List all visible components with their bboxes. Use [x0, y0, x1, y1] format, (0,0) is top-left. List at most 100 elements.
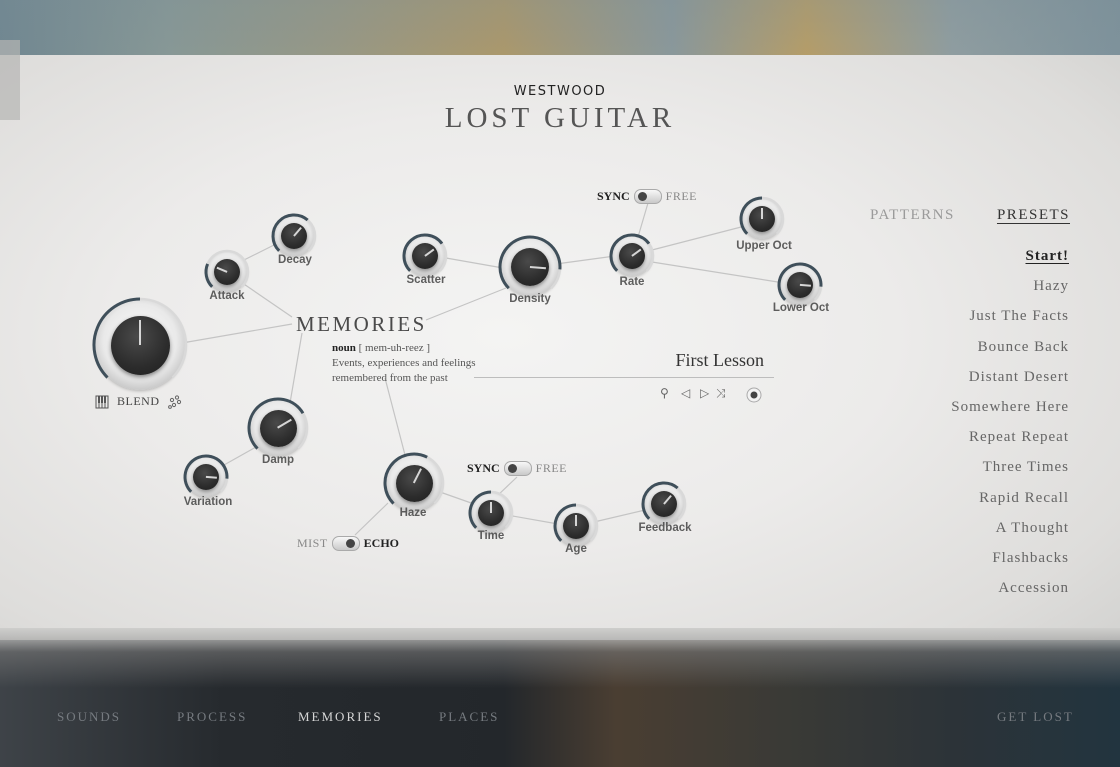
age-knob[interactable] [553, 503, 599, 546]
knob-indicator [663, 495, 672, 505]
echo-label: ECHO [363, 536, 400, 550]
time-knob[interactable] [468, 490, 514, 533]
line-age-feedback [593, 509, 646, 523]
shuffle-icon[interactable]: ⤨ [716, 386, 726, 401]
preset-item[interactable]: A Thought [951, 518, 1069, 548]
scatter-knob[interactable] [402, 233, 448, 276]
rate-knob[interactable] [609, 233, 655, 276]
preset-item[interactable]: Just The Facts [951, 306, 1069, 336]
sync-label: SYNC [597, 189, 630, 203]
knob-cap [281, 223, 307, 249]
toggle-switch[interactable] [503, 461, 532, 476]
knob-indicator [139, 320, 141, 345]
blend-row: BLEND [95, 394, 182, 409]
sync-label: SYNC [467, 461, 500, 475]
section-title: MEMORIES [296, 312, 427, 336]
preset-item[interactable]: Start! [951, 246, 1069, 276]
density-label: Density [509, 293, 551, 305]
definition-pos: noun [332, 342, 356, 354]
mist-echo-toggle[interactable]: MIST ECHO [297, 536, 399, 551]
knob-indicator [799, 284, 811, 287]
line-density-rate [555, 255, 616, 265]
knob-indicator [529, 266, 546, 270]
preset-item[interactable]: Hazy [951, 276, 1069, 306]
preset-item[interactable]: Distant Desert [951, 367, 1069, 397]
knob-indicator [277, 419, 292, 429]
nav-places[interactable]: PLACES [439, 709, 499, 725]
free-label: FREE [665, 189, 698, 203]
lower-oct-knob[interactable] [777, 262, 823, 305]
previous-icon[interactable]: ◁ [681, 386, 690, 400]
lower-oct-label: Lower Oct [772, 302, 830, 314]
tab-patterns[interactable]: PATTERNS [870, 207, 955, 224]
preset-item[interactable]: Somewhere Here [951, 397, 1069, 427]
scatter-label: Scatter [406, 274, 446, 286]
knob-indicator [293, 227, 302, 237]
pattern-divider [474, 377, 774, 378]
preset-item[interactable]: Accession [951, 578, 1069, 608]
definition-line-2: remembered from the past [332, 372, 448, 384]
variation-knob[interactable] [183, 454, 229, 497]
knob-cap [193, 464, 219, 490]
definition: noun [ mem-uh-reez ] Events, experiences… [332, 341, 476, 386]
nav-memories[interactable]: MEMORIES [298, 709, 383, 725]
knob-cap [259, 409, 297, 447]
haze-knob[interactable] [383, 452, 445, 511]
pattern-name[interactable]: First Lesson [620, 350, 764, 371]
attack-label: Attack [209, 290, 245, 302]
toggle-switch[interactable] [633, 189, 662, 204]
knob-indicator [490, 502, 492, 513]
preset-item[interactable]: Rapid Recall [951, 488, 1069, 518]
next-icon[interactable]: ▷ [700, 386, 709, 400]
knob-cap [110, 315, 170, 375]
damp-knob[interactable] [247, 397, 309, 456]
keyboard-icon[interactable] [95, 395, 109, 409]
knob-cap [395, 464, 433, 502]
record-icon[interactable] [746, 387, 762, 403]
search-icon[interactable]: ⚲ [660, 386, 669, 400]
preset-item[interactable]: Repeat Repeat [951, 427, 1069, 457]
knob-cap [619, 243, 645, 269]
attack-knob[interactable] [204, 249, 250, 292]
knob-cap [214, 259, 240, 285]
knob-indicator [761, 208, 763, 219]
knob-indicator [575, 515, 577, 526]
knob-cap [563, 513, 589, 539]
age-label: Age [565, 543, 587, 555]
decay-knob[interactable] [271, 213, 317, 256]
feedback-knob[interactable] [641, 481, 687, 524]
upper-oct-knob[interactable] [739, 196, 785, 239]
sync-free-toggle-bottom[interactable]: SYNC FREE [467, 461, 567, 476]
blend-label: BLEND [117, 394, 160, 408]
scatter-dots-icon[interactable] [167, 394, 182, 409]
knob-indicator [631, 248, 642, 257]
rate-label: Rate [619, 276, 645, 288]
pronunciation: [ mem-uh-reez ] [358, 342, 431, 354]
preset-item[interactable]: Flashbacks [951, 548, 1069, 578]
feedback-label: Feedback [638, 522, 692, 534]
decay-label: Decay [278, 254, 312, 266]
density-knob[interactable] [498, 235, 562, 296]
knob-cap [749, 206, 775, 232]
variation-label: Variation [183, 496, 233, 508]
line-memories-damp [289, 332, 303, 404]
blend-knob[interactable] [92, 297, 188, 390]
line-def-haze [384, 377, 406, 456]
toggle-switch[interactable] [331, 536, 360, 551]
preset-item[interactable]: Bounce Back [951, 337, 1069, 367]
definition-line-1: Events, experiences and feelings [332, 357, 476, 369]
preset-item[interactable]: Three Times [951, 457, 1069, 487]
knob-cap [787, 272, 813, 298]
haze-label: Haze [399, 507, 427, 519]
line-scatter-density [445, 257, 504, 269]
knob-cap [412, 243, 438, 269]
free-label: FREE [535, 461, 568, 475]
nav-get-lost[interactable]: GET LOST [997, 709, 1074, 725]
preset-list: Start! Hazy Just The Facts Bounce Back Dista… [951, 246, 1069, 608]
tab-presets[interactable]: PRESETS [997, 207, 1070, 224]
sync-free-toggle-top[interactable]: SYNC FREE [597, 189, 697, 204]
nav-process[interactable]: PROCESS [177, 709, 247, 725]
nav-sounds[interactable]: SOUNDS [57, 709, 121, 725]
upper-oct-label: Upper Oct [736, 240, 792, 252]
knob-indicator [205, 476, 217, 479]
